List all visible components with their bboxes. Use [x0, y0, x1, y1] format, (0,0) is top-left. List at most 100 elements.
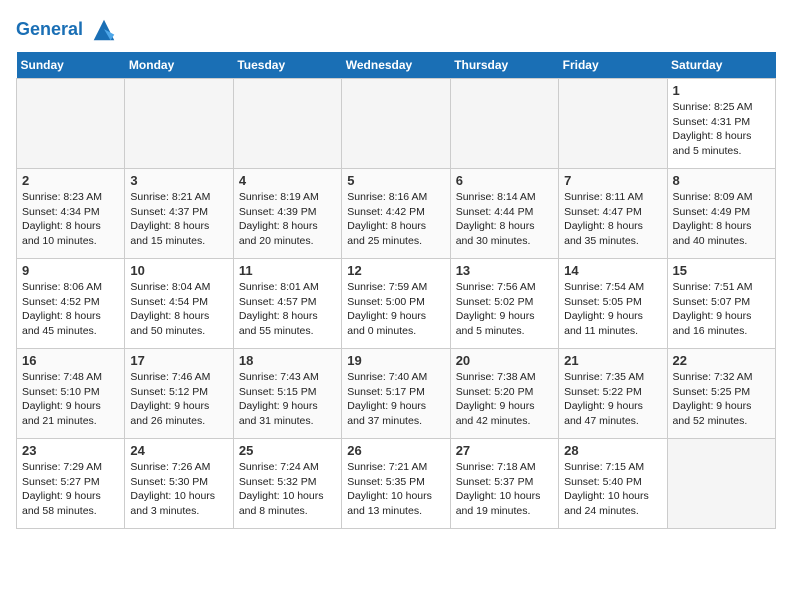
calendar-cell: 13Sunrise: 7:56 AM Sunset: 5:02 PM Dayli…	[450, 259, 558, 349]
day-info: Sunrise: 7:24 AM Sunset: 5:32 PM Dayligh…	[239, 460, 336, 519]
day-number: 15	[673, 263, 770, 278]
day-number: 28	[564, 443, 661, 458]
calendar-cell	[17, 79, 125, 169]
calendar-cell: 12 Sunrise: 7:59 AM Sunset: 5:00 PM Dayli…	[342, 259, 450, 349]
calendar-cell: 15Sunrise: 7:51 AM Sunset: 5:07 PM Dayli…	[667, 259, 775, 349]
day-info: Sunrise: 8:06 AM Sunset: 4:52 PM Dayligh…	[22, 280, 119, 339]
calendar-cell: 14 Sunrise: 7:54 AM Sunset: 5:05 PM Dayli…	[559, 259, 667, 349]
day-info: Sunrise: 7:40 AM Sunset: 5:17 PM Dayligh…	[347, 370, 444, 429]
calendar-cell: 10 Sunrise: 8:04 AM Sunset: 4:54 PM Dayli…	[125, 259, 233, 349]
calendar-cell: 7 Sunrise: 8:11 AM Sunset: 4:47 PM Daylig…	[559, 169, 667, 259]
weekday-header-tuesday: Tuesday	[233, 52, 341, 79]
calendar-cell: 19 Sunrise: 7:40 AM Sunset: 5:17 PM Dayli…	[342, 349, 450, 439]
day-number: 10	[130, 263, 227, 278]
calendar-cell: 8 Sunrise: 8:09 AM Sunset: 4:49 PM Daylig…	[667, 169, 775, 259]
logo-icon	[90, 16, 118, 44]
calendar-table: SundayMondayTuesdayWednesdayThursdayFrid…	[16, 52, 776, 529]
calendar-cell: 20 Sunrise: 7:38 AM Sunset: 5:20 PM Dayli…	[450, 349, 558, 439]
logo-text: General	[16, 16, 118, 44]
day-number: 22	[673, 353, 770, 368]
day-number: 14	[564, 263, 661, 278]
weekday-header-thursday: Thursday	[450, 52, 558, 79]
day-info: Sunrise: 7:48 AM Sunset: 5:10 PM Dayligh…	[22, 370, 119, 429]
day-info: Sunrise: 8:01 AM Sunset: 4:57 PM Dayligh…	[239, 280, 336, 339]
calendar-cell: 27 Sunrise: 7:18 AM Sunset: 5:37 PM Dayli…	[450, 439, 558, 529]
calendar-cell: 23 Sunrise: 7:29 AM Sunset: 5:27 PM Dayli…	[17, 439, 125, 529]
day-number: 5	[347, 173, 444, 188]
calendar-cell: 1 Sunrise: 8:25 AM Sunset: 4:31 PM Daylig…	[667, 79, 775, 169]
logo-general: General	[16, 19, 83, 39]
calendar-cell: 3 Sunrise: 8:21 AM Sunset: 4:37 PM Daylig…	[125, 169, 233, 259]
calendar-cell: 2 Sunrise: 8:23 AM Sunset: 4:34 PM Daylig…	[17, 169, 125, 259]
day-number: 21	[564, 353, 661, 368]
day-number: 4	[239, 173, 336, 188]
weekday-header-monday: Monday	[125, 52, 233, 79]
day-info: Sunrise: 7:35 AM Sunset: 5:22 PM Dayligh…	[564, 370, 661, 429]
calendar-cell	[342, 79, 450, 169]
day-info: Sunrise: 8:19 AM Sunset: 4:39 PM Dayligh…	[239, 190, 336, 249]
day-number: 6	[456, 173, 553, 188]
day-info: Sunrise: 7:29 AM Sunset: 5:27 PM Dayligh…	[22, 460, 119, 519]
day-info: Sunrise: 7:59 AM Sunset: 5:00 PM Dayligh…	[347, 280, 444, 339]
weekday-header-friday: Friday	[559, 52, 667, 79]
day-info: Sunrise: 8:21 AM Sunset: 4:37 PM Dayligh…	[130, 190, 227, 249]
day-info: Sunrise: 8:25 AM Sunset: 4:31 PM Dayligh…	[673, 100, 770, 159]
calendar-cell: 5 Sunrise: 8:16 AM Sunset: 4:42 PM Daylig…	[342, 169, 450, 259]
day-number: 7	[564, 173, 661, 188]
day-number: 27	[456, 443, 553, 458]
day-number: 24	[130, 443, 227, 458]
day-info: Sunrise: 8:04 AM Sunset: 4:54 PM Dayligh…	[130, 280, 227, 339]
page-header: General	[16, 16, 776, 44]
day-info: Sunrise: 8:09 AM Sunset: 4:49 PM Dayligh…	[673, 190, 770, 249]
calendar-cell	[559, 79, 667, 169]
day-info: Sunrise: 7:43 AM Sunset: 5:15 PM Dayligh…	[239, 370, 336, 429]
calendar-cell: 4 Sunrise: 8:19 AM Sunset: 4:39 PM Daylig…	[233, 169, 341, 259]
day-number: 9	[22, 263, 119, 278]
day-number: 11	[239, 263, 336, 278]
day-info: Sunrise: 7:38 AM Sunset: 5:20 PM Dayligh…	[456, 370, 553, 429]
day-info: Sunrise: 7:46 AM Sunset: 5:12 PM Dayligh…	[130, 370, 227, 429]
day-info: Sunrise: 7:26 AM Sunset: 5:30 PM Dayligh…	[130, 460, 227, 519]
day-info: Sunrise: 7:15 AM Sunset: 5:40 PM Dayligh…	[564, 460, 661, 519]
calendar-cell: 18Sunrise: 7:43 AM Sunset: 5:15 PM Dayli…	[233, 349, 341, 439]
day-info: Sunrise: 8:16 AM Sunset: 4:42 PM Dayligh…	[347, 190, 444, 249]
calendar-cell: 22 Sunrise: 7:32 AM Sunset: 5:25 PM Dayli…	[667, 349, 775, 439]
day-number: 23	[22, 443, 119, 458]
calendar-cell	[233, 79, 341, 169]
day-info: Sunrise: 7:32 AM Sunset: 5:25 PM Dayligh…	[673, 370, 770, 429]
day-info: Sunrise: 7:18 AM Sunset: 5:37 PM Dayligh…	[456, 460, 553, 519]
calendar-cell	[667, 439, 775, 529]
day-number: 16	[22, 353, 119, 368]
calendar-cell	[125, 79, 233, 169]
day-number: 25	[239, 443, 336, 458]
calendar-cell: 26 Sunrise: 7:21 AM Sunset: 5:35 PM Dayli…	[342, 439, 450, 529]
day-number: 19	[347, 353, 444, 368]
calendar-cell: 16 Sunrise: 7:48 AM Sunset: 5:10 PM Dayli…	[17, 349, 125, 439]
day-number: 8	[673, 173, 770, 188]
calendar-cell: 11 Sunrise: 8:01 AM Sunset: 4:57 PM Dayli…	[233, 259, 341, 349]
calendar-cell: 24 Sunrise: 7:26 AM Sunset: 5:30 PM Dayli…	[125, 439, 233, 529]
day-number: 1	[673, 83, 770, 98]
day-info: Sunrise: 7:54 AM Sunset: 5:05 PM Dayligh…	[564, 280, 661, 339]
calendar-cell: 25 Sunrise: 7:24 AM Sunset: 5:32 PM Dayli…	[233, 439, 341, 529]
day-info: Sunrise: 8:11 AM Sunset: 4:47 PM Dayligh…	[564, 190, 661, 249]
day-info: Sunrise: 8:14 AM Sunset: 4:44 PM Dayligh…	[456, 190, 553, 249]
day-number: 2	[22, 173, 119, 188]
calendar-cell: 21 Sunrise: 7:35 AM Sunset: 5:22 PM Dayli…	[559, 349, 667, 439]
calendar-cell: 28 Sunrise: 7:15 AM Sunset: 5:40 PM Dayli…	[559, 439, 667, 529]
day-info: Sunrise: 8:23 AM Sunset: 4:34 PM Dayligh…	[22, 190, 119, 249]
weekday-header-saturday: Saturday	[667, 52, 775, 79]
calendar-cell	[450, 79, 558, 169]
day-number: 20	[456, 353, 553, 368]
calendar-cell: 6 Sunrise: 8:14 AM Sunset: 4:44 PM Daylig…	[450, 169, 558, 259]
weekday-header-sunday: Sunday	[17, 52, 125, 79]
day-number: 3	[130, 173, 227, 188]
day-number: 26	[347, 443, 444, 458]
day-number: 17	[130, 353, 227, 368]
day-number: 13	[456, 263, 553, 278]
day-info: Sunrise: 7:21 AM Sunset: 5:35 PM Dayligh…	[347, 460, 444, 519]
calendar-cell: 17 Sunrise: 7:46 AM Sunset: 5:12 PM Dayli…	[125, 349, 233, 439]
weekday-header-wednesday: Wednesday	[342, 52, 450, 79]
day-number: 12	[347, 263, 444, 278]
logo: General	[16, 16, 118, 44]
